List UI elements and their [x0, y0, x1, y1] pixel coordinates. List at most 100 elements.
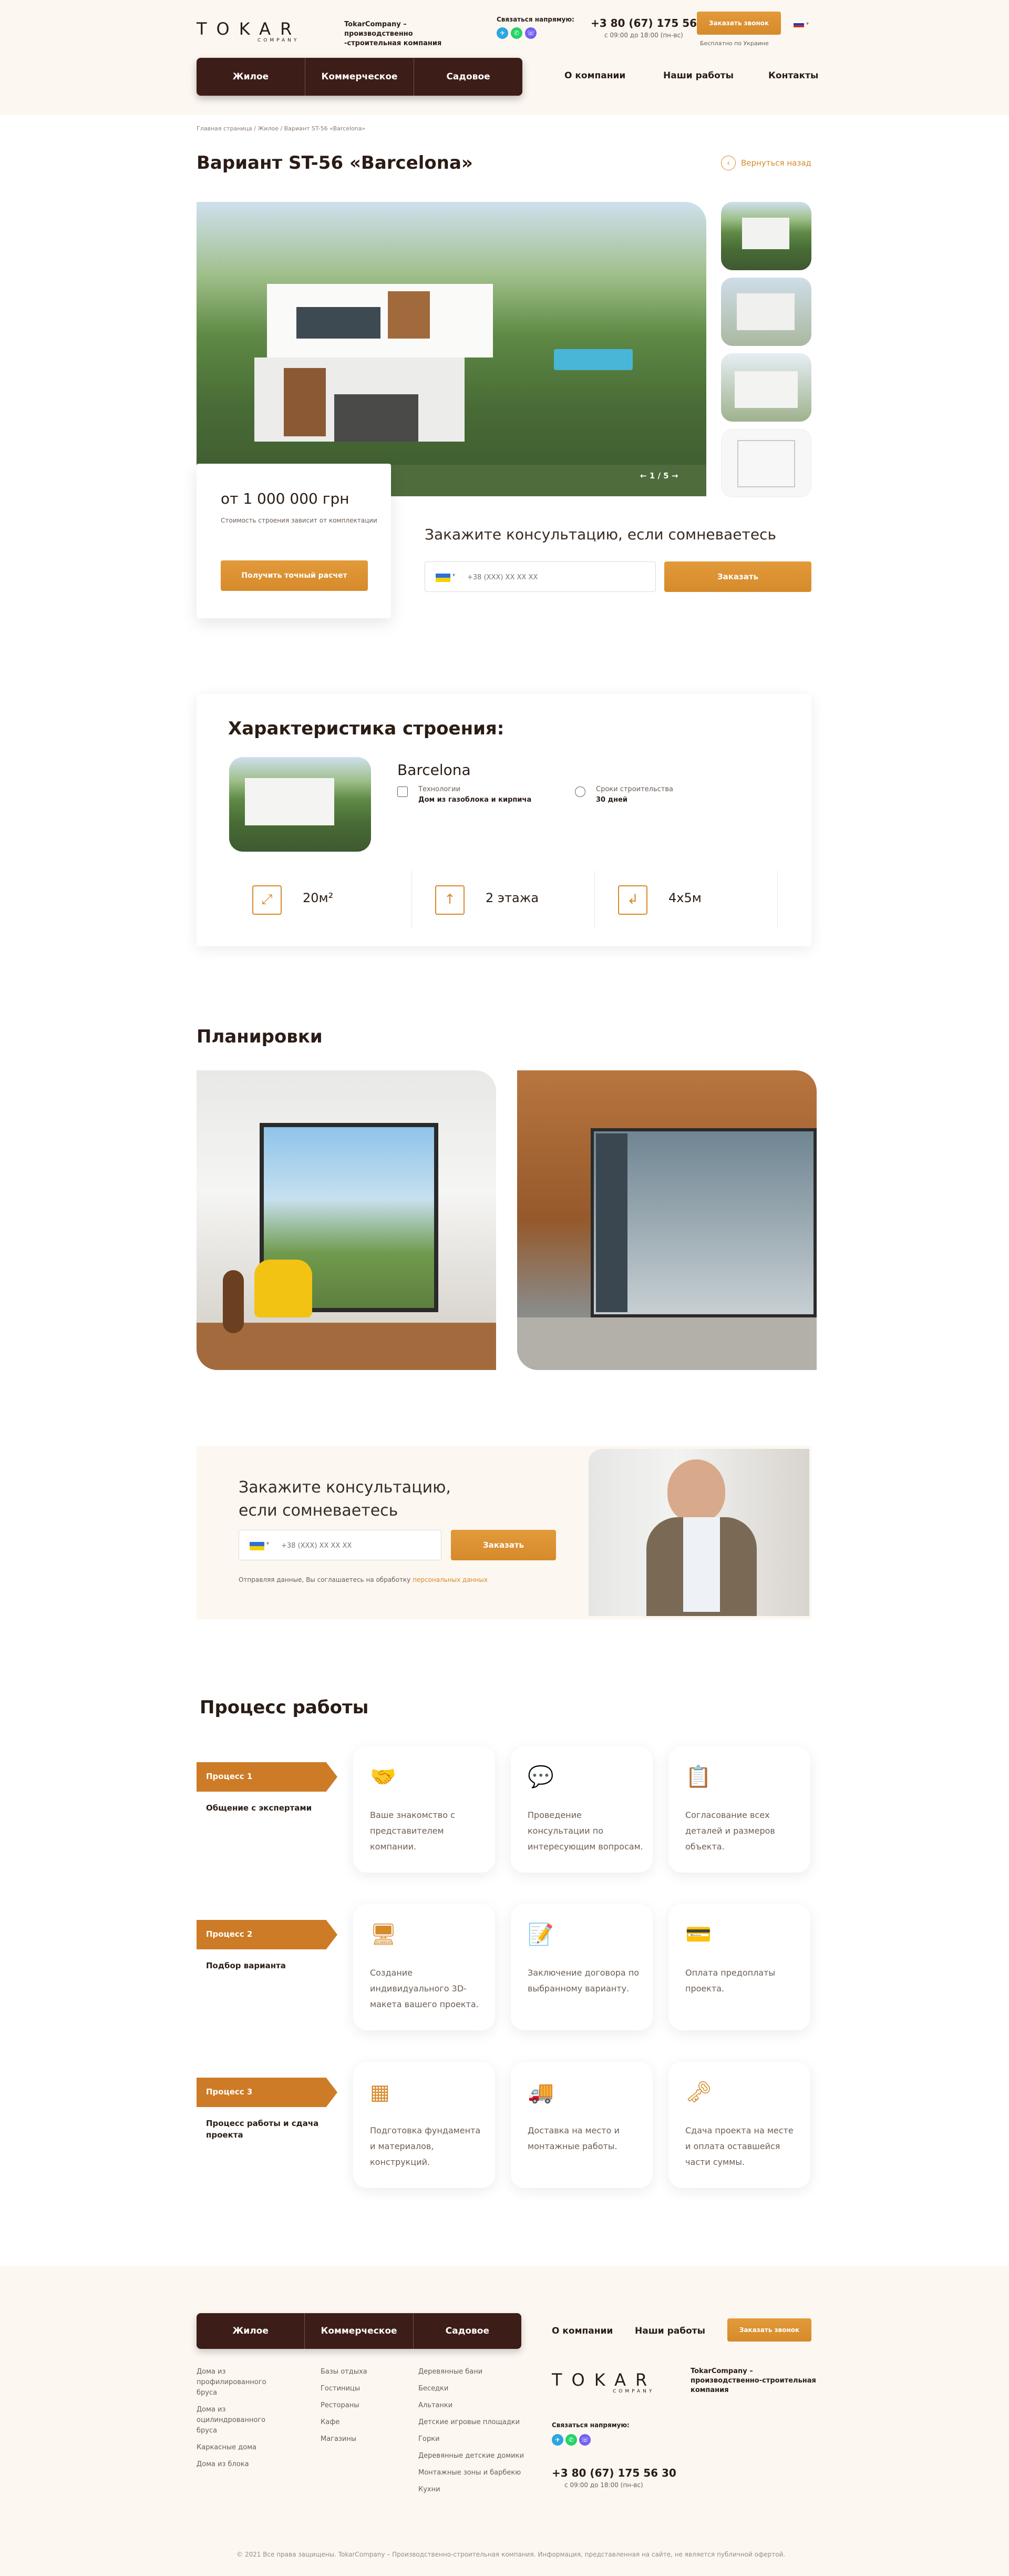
footer-link[interactable]: Беседки	[418, 2384, 529, 2394]
privacy-link[interactable]: персональных данных	[413, 1576, 488, 1583]
house-window	[296, 307, 380, 339]
footer-phone[interactable]: +3 80 (67) 175 56 30	[552, 2467, 676, 2479]
footer-link[interactable]: Гостиницы	[321, 2384, 399, 2394]
arrow-right-icon[interactable]: →	[672, 471, 678, 481]
footer-link[interactable]: Горки	[418, 2434, 529, 2445]
phone-input[interactable]	[467, 570, 635, 584]
gallery-thumb-1[interactable]	[721, 202, 811, 270]
footer-col-garden: Деревянные бани Беседки Альтанки Детские…	[418, 2367, 529, 2495]
footer-nav-garden[interactable]: Садовое	[414, 2313, 521, 2349]
gallery-thumb-floorplan[interactable]	[721, 429, 811, 497]
nav-contacts[interactable]: Контакты	[768, 70, 818, 81]
gallery-counter[interactable]: ← 1 / 5 →	[640, 471, 678, 481]
stage-desc: Процесс работы и сдача проекта	[206, 2119, 319, 2140]
back-link[interactable]: ‹ Вернуться назад	[721, 156, 811, 170]
process-card: 📋 Согласование всех деталей и размеров об…	[668, 1746, 810, 1873]
thumb-house	[735, 371, 798, 408]
consult2-phone-field[interactable]: ▾	[239, 1530, 441, 1560]
footer-link[interactable]: Дома из блока	[197, 2459, 275, 2470]
footer-link[interactable]: Монтажные зоны и барбекю	[418, 2468, 529, 2478]
nav-item-garden[interactable]: Садовое	[414, 58, 522, 96]
footer-link[interactable]: Кафе	[321, 2417, 399, 2428]
process-card: ▦ Подготовка фундамента и материалов, кон…	[353, 2062, 495, 2188]
plan-photo-1[interactable]	[197, 1070, 496, 1370]
viber-icon[interactable]: ☏	[579, 2434, 591, 2446]
chevron-down-icon[interactable]: ▾	[452, 573, 455, 578]
area-value: 20м²	[303, 891, 334, 905]
3d-model-icon: 🖥	[370, 1923, 397, 1947]
footer-nav-about[interactable]: О компании	[552, 2326, 613, 2336]
footer-link[interactable]: Рестораны	[321, 2400, 399, 2411]
process-card-text: Заключение договора по выбранному вариан…	[528, 1968, 640, 1994]
contact-label: Связаться напрямую:	[497, 16, 574, 23]
process-card-text: Подготовка фундамента и материалов, конс…	[370, 2125, 481, 2167]
stage-3: Процесс 3	[197, 2078, 337, 2107]
consult2-order-button[interactable]: Заказать	[451, 1530, 556, 1560]
whatsapp-icon[interactable]: ✆	[511, 27, 522, 39]
nav-works[interactable]: Наши работы	[663, 70, 734, 81]
order-button[interactable]: Заказать	[664, 561, 811, 592]
footer-tagline: TokarCompany – производственно-строитель…	[691, 2367, 816, 2394]
footer-nav-works[interactable]: Наши работы	[635, 2326, 705, 2336]
get-estimate-button[interactable]: Получить точный расчет	[221, 560, 368, 591]
technology-icon	[397, 786, 408, 797]
page-title: Вариант ST-56 «Barcelona»	[197, 152, 473, 173]
process-card-text: Ваше знакомство с представителем компани…	[370, 1810, 455, 1852]
gallery-thumb-3[interactable]	[721, 353, 811, 422]
thumb-house	[742, 218, 789, 249]
dimensions-icon: ↲	[618, 885, 647, 915]
main-nav: Жилое Коммерческое Садовое	[197, 58, 522, 96]
footer-link[interactable]: Дома из оцилиндрованного бруса	[197, 2405, 275, 2436]
consultant-shirt	[683, 1517, 720, 1612]
consult2-phone-input[interactable]	[281, 1539, 428, 1552]
privacy-note: Отправляя данные, Вы соглашаетесь на обр…	[239, 1576, 488, 1583]
specs-title: Характеристика строения:	[228, 718, 504, 739]
footer-nav-commercial[interactable]: Коммерческое	[305, 2313, 414, 2349]
arrow-left-icon[interactable]: ←	[640, 471, 647, 481]
plan-photo-2[interactable]	[517, 1070, 817, 1370]
footer-link[interactable]: Базы отдыха	[321, 2367, 399, 2377]
footer-nav-residential[interactable]: Жилое	[197, 2313, 305, 2349]
stage-2: Процесс 2	[197, 1920, 337, 1949]
ukraine-flag-icon	[250, 1542, 264, 1550]
main-house-photo[interactable]	[197, 202, 706, 496]
process-card: 💬 Проведение консультации по интересующим…	[511, 1746, 653, 1873]
footer-link[interactable]: Дома из профилированного бруса	[197, 2367, 275, 2398]
footer-link[interactable]: Альтанки	[418, 2400, 529, 2411]
thumb-house	[737, 293, 795, 330]
telegram-icon[interactable]: ✈	[497, 27, 508, 39]
area-icon: ⤢	[252, 885, 282, 915]
gallery-thumb-2[interactable]	[721, 278, 811, 346]
footer-link[interactable]: Каркасные дома	[197, 2442, 275, 2453]
chevron-down-icon[interactable]: ▾	[266, 1541, 269, 1547]
footer-link[interactable]: Деревянные детские домики	[418, 2451, 529, 2461]
viber-icon[interactable]: ☏	[525, 27, 537, 39]
whatsapp-icon[interactable]: ✆	[565, 2434, 577, 2446]
stage-1: Процесс 1	[197, 1762, 337, 1792]
telegram-icon[interactable]: ✈	[552, 2434, 563, 2446]
footer-link[interactable]: Деревянные бани	[418, 2367, 529, 2377]
breadcrumb[interactable]: Главная страница / Жилое / Вариант ST-56…	[197, 125, 365, 132]
process-card: 🚚 Доставка на место и монтажные работы.	[511, 2062, 653, 2188]
stage-desc: Подбор варианта	[206, 1961, 286, 1970]
footer-logo[interactable]: TOKAR COMPANY	[552, 2370, 685, 2394]
nav-item-residential[interactable]: Жилое	[197, 58, 305, 96]
logo[interactable]: TOKAR COMPANY	[197, 19, 330, 43]
footer-link[interactable]: Кухни	[418, 2485, 529, 2495]
nav-item-commercial[interactable]: Коммерческое	[305, 58, 414, 96]
process-card: 🖥 Создание индивидуального 3D-макета ваше…	[353, 1904, 495, 2030]
nav-about[interactable]: О компании	[564, 70, 625, 81]
order-call-button[interactable]: Заказать звонок	[697, 12, 781, 35]
language-flag-icon[interactable]	[794, 21, 804, 27]
chevron-down-icon[interactable]: ▾	[806, 21, 809, 27]
handshake-icon: 🤝	[370, 1765, 396, 1789]
process-card-text: Оплата предоплаты проекта.	[685, 1968, 776, 1994]
paving	[517, 1317, 817, 1370]
stage-desc: Общение с экспертами	[206, 1803, 312, 1813]
specs-name: Barcelona	[397, 761, 471, 779]
footer-link[interactable]: Детские игровые площадки	[418, 2417, 529, 2428]
footer-hours: с 09:00 до 18:00 (пн-вс)	[564, 2481, 643, 2489]
footer-order-call-button[interactable]: Заказать звонок	[727, 2318, 811, 2342]
footer-link[interactable]: Магазины	[321, 2434, 399, 2445]
phone-field[interactable]: ▾	[425, 561, 656, 592]
